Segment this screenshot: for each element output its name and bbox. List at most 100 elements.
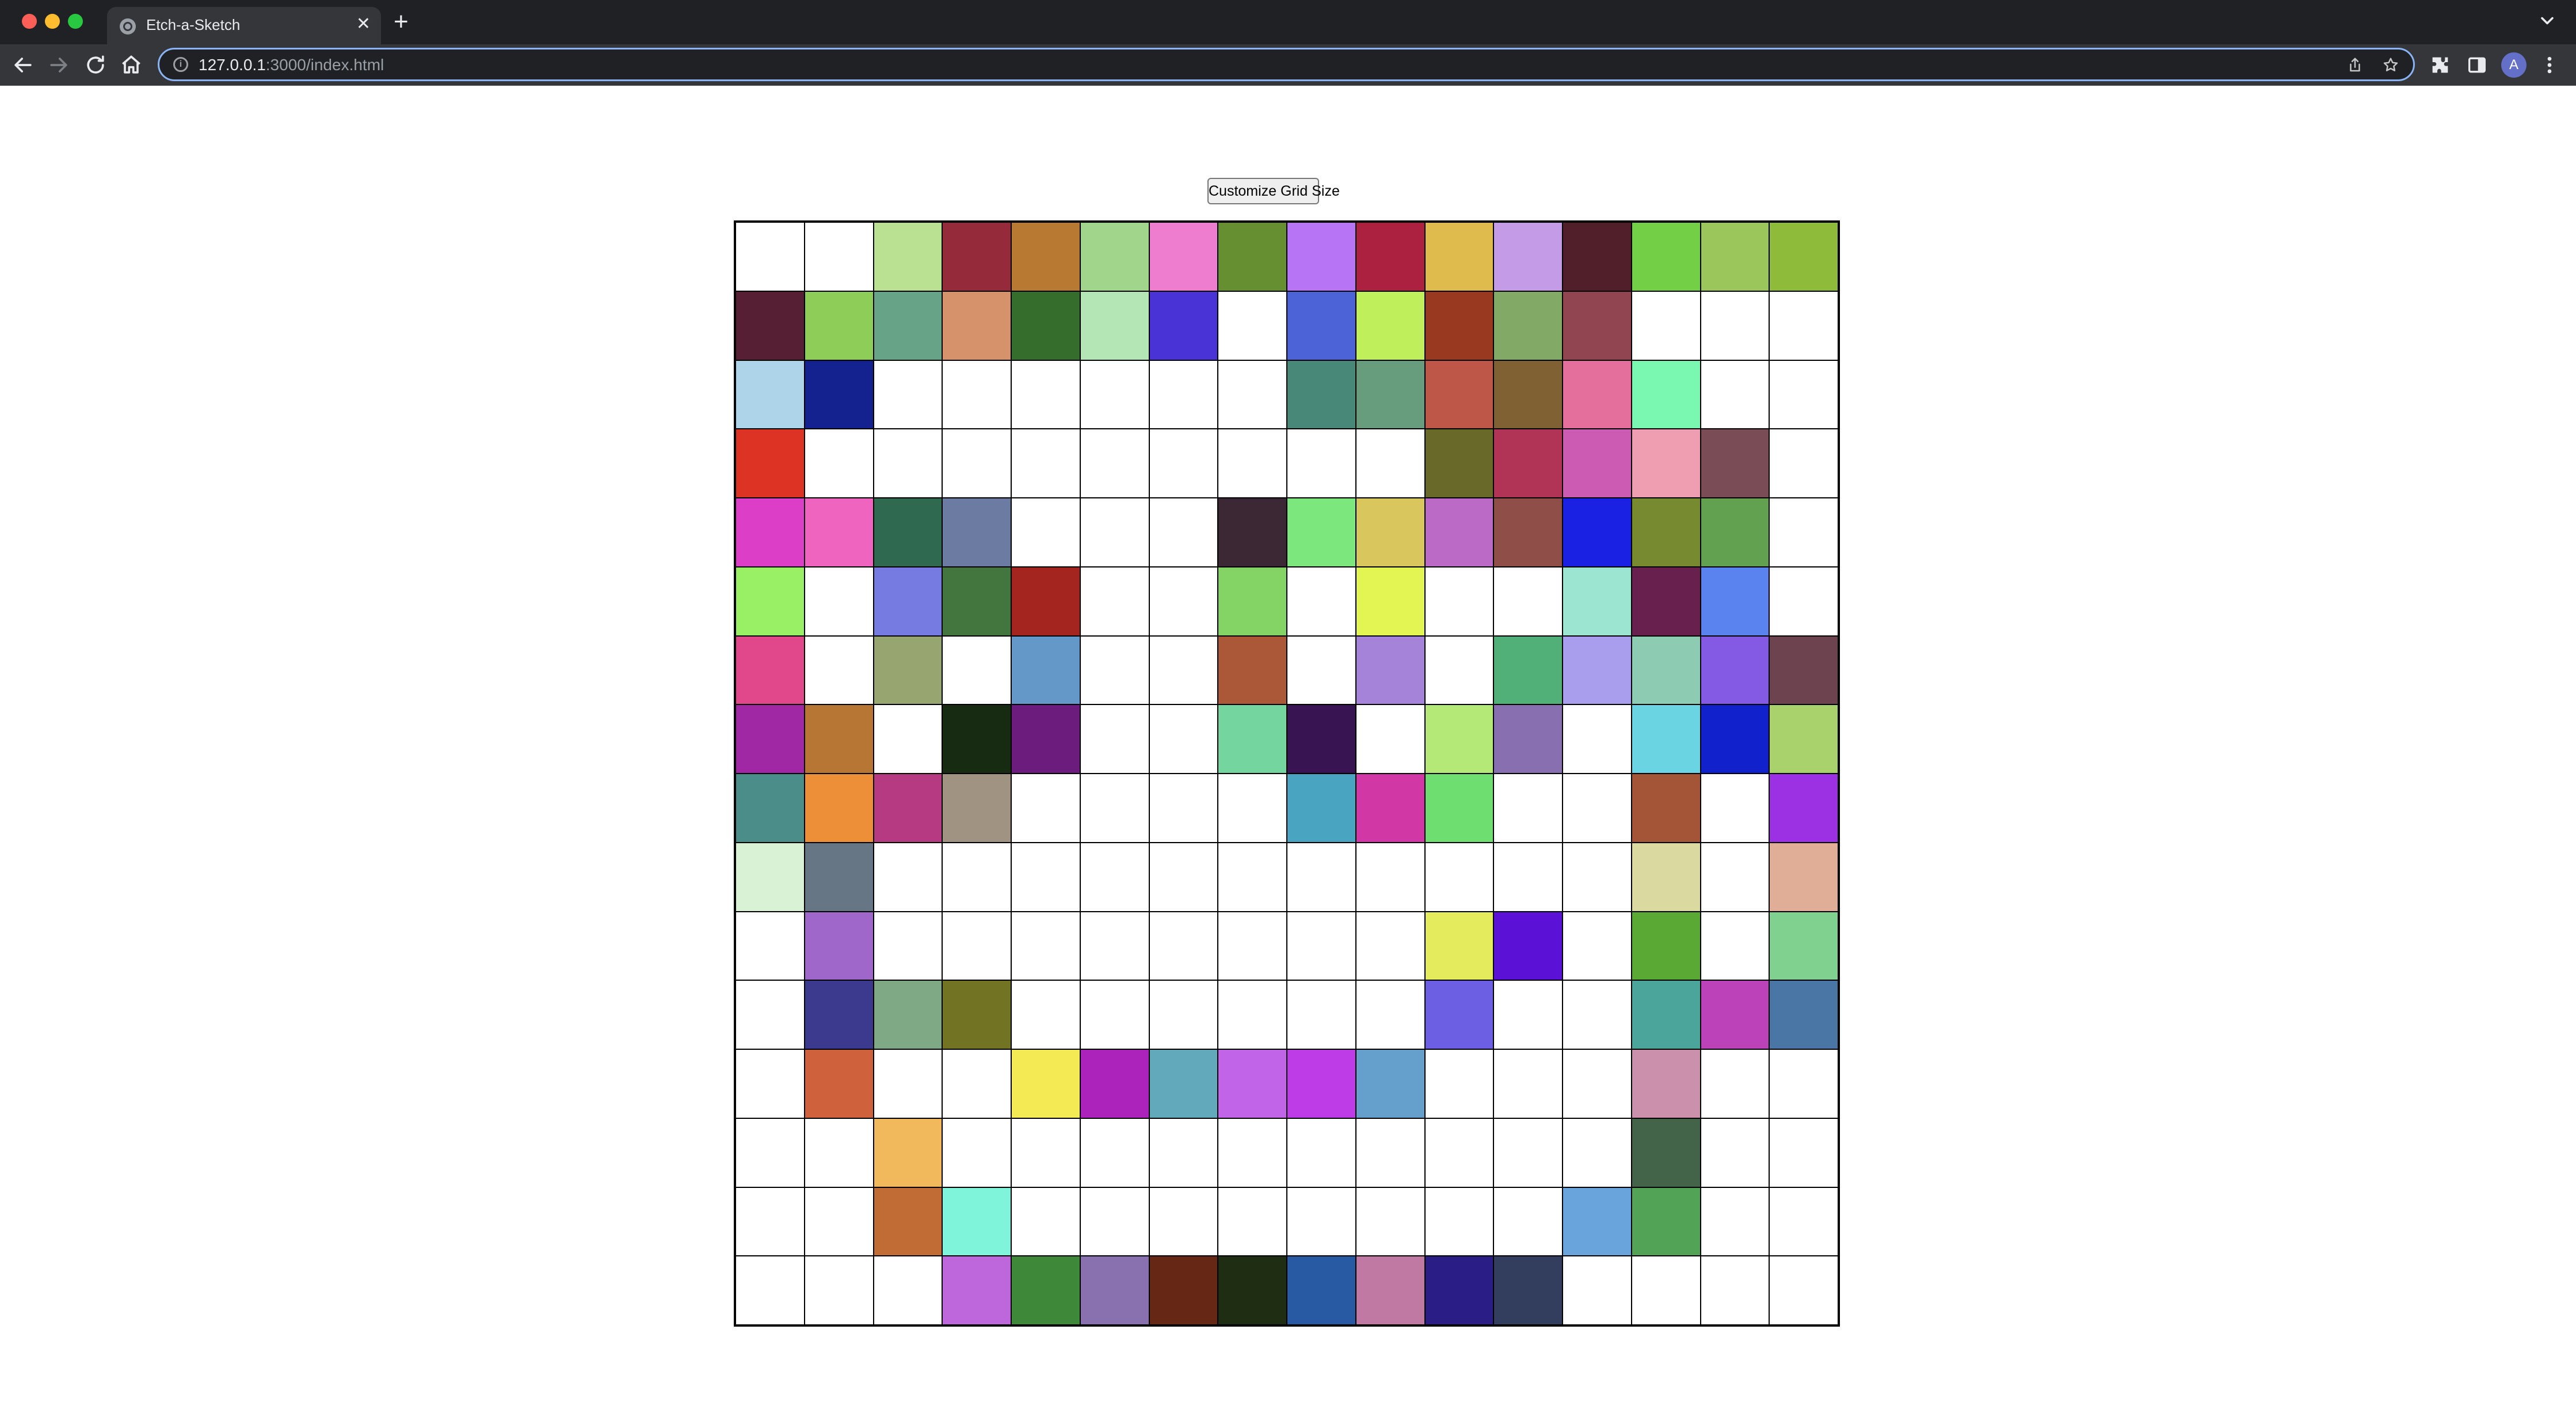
grid-cell[interactable] [1631, 842, 1701, 912]
grid-cell[interactable] [1563, 566, 1632, 636]
grid-cell[interactable] [804, 1049, 874, 1118]
site-info-icon[interactable]: i [173, 57, 188, 72]
grid-cell[interactable] [1700, 980, 1770, 1049]
grid-cell[interactable] [1563, 222, 1632, 291]
reload-icon[interactable] [83, 52, 108, 78]
grid-cell[interactable] [1631, 774, 1701, 843]
grid-cell[interactable] [736, 911, 805, 981]
grid-cell[interactable] [1218, 429, 1287, 498]
grid-cell[interactable] [1493, 980, 1563, 1049]
grid-cell[interactable] [1424, 842, 1494, 912]
grid-cell[interactable] [1631, 980, 1701, 1049]
grid-cell[interactable] [1149, 566, 1218, 636]
grid-cell[interactable] [1080, 842, 1149, 912]
grid-cell[interactable] [736, 704, 805, 774]
grid-cell[interactable] [942, 1049, 1011, 1118]
browser-tab[interactable]: Etch-a-Sketch ✕ [107, 7, 381, 44]
grid-cell[interactable] [1287, 635, 1356, 705]
grid-cell[interactable] [1563, 1187, 1632, 1256]
grid-cell[interactable] [1769, 566, 1838, 636]
grid-cell[interactable] [1424, 429, 1494, 498]
grid-cell[interactable] [736, 980, 805, 1049]
grid-cell[interactable] [736, 1118, 805, 1187]
address-bar[interactable]: i 127.0.0.1:3000/index.html [158, 48, 2415, 81]
grid-cell[interactable] [1149, 774, 1218, 843]
grid-cell[interactable] [1355, 566, 1425, 636]
grid-cell[interactable] [1287, 842, 1356, 912]
grid-cell[interactable] [1493, 704, 1563, 774]
grid-cell[interactable] [1493, 1187, 1563, 1256]
grid-cell[interactable] [1563, 774, 1632, 843]
grid-cell[interactable] [873, 842, 943, 912]
grid-cell[interactable] [1287, 704, 1356, 774]
grid-cell[interactable] [1424, 222, 1494, 291]
grid-cell[interactable] [1700, 842, 1770, 912]
grid-cell[interactable] [942, 980, 1011, 1049]
grid-cell[interactable] [1218, 1256, 1287, 1325]
grid-cell[interactable] [1218, 842, 1287, 912]
grid-cell[interactable] [1080, 1256, 1149, 1325]
grid-cell[interactable] [804, 222, 874, 291]
side-panel-icon[interactable] [2466, 54, 2489, 77]
grid-cell[interactable] [1287, 566, 1356, 636]
grid-cell[interactable] [1631, 429, 1701, 498]
grid-cell[interactable] [1080, 498, 1149, 567]
grid-cell[interactable] [1218, 360, 1287, 429]
grid-cell[interactable] [1493, 842, 1563, 912]
grid-cell[interactable] [736, 291, 805, 360]
sketch-grid[interactable] [734, 220, 1840, 1327]
grid-cell[interactable] [1287, 360, 1356, 429]
grid-cell[interactable] [804, 360, 874, 429]
grid-cell[interactable] [804, 1187, 874, 1256]
grid-cell[interactable] [804, 291, 874, 360]
grid-cell[interactable] [1631, 1049, 1701, 1118]
grid-cell[interactable] [1355, 222, 1425, 291]
grid-cell[interactable] [1080, 1049, 1149, 1118]
grid-cell[interactable] [1287, 429, 1356, 498]
grid-cell[interactable] [1149, 1118, 1218, 1187]
close-tab-icon[interactable]: ✕ [356, 14, 371, 35]
grid-cell[interactable] [1011, 704, 1080, 774]
grid-cell[interactable] [1287, 1118, 1356, 1187]
grid-cell[interactable] [873, 429, 943, 498]
grid-cell[interactable] [1355, 911, 1425, 981]
grid-cell[interactable] [1149, 635, 1218, 705]
grid-cell[interactable] [1563, 360, 1632, 429]
grid-cell[interactable] [1011, 498, 1080, 567]
profile-avatar[interactable]: A [2501, 52, 2527, 78]
grid-cell[interactable] [1218, 291, 1287, 360]
grid-cell[interactable] [942, 291, 1011, 360]
grid-cell[interactable] [1149, 222, 1218, 291]
grid-cell[interactable] [1700, 704, 1770, 774]
grid-cell[interactable] [873, 360, 943, 429]
grid-cell[interactable] [1769, 498, 1838, 567]
grid-cell[interactable] [1424, 635, 1494, 705]
grid-cell[interactable] [873, 774, 943, 843]
grid-cell[interactable] [1080, 360, 1149, 429]
grid-cell[interactable] [1355, 1187, 1425, 1256]
grid-cell[interactable] [873, 704, 943, 774]
grid-cell[interactable] [1218, 980, 1287, 1049]
grid-cell[interactable] [1631, 704, 1701, 774]
grid-cell[interactable] [1493, 360, 1563, 429]
grid-cell[interactable] [1493, 429, 1563, 498]
grid-cell[interactable] [1355, 1256, 1425, 1325]
grid-cell[interactable] [1631, 635, 1701, 705]
grid-cell[interactable] [1149, 911, 1218, 981]
grid-cell[interactable] [1218, 1187, 1287, 1256]
grid-cell[interactable] [1149, 704, 1218, 774]
grid-cell[interactable] [873, 911, 943, 981]
grid-cell[interactable] [1700, 1118, 1770, 1187]
tab-search-chevron-icon[interactable] [2537, 10, 2558, 31]
grid-cell[interactable] [804, 774, 874, 843]
share-icon[interactable] [2346, 56, 2364, 74]
grid-cell[interactable] [1769, 704, 1838, 774]
grid-cell[interactable] [1769, 1256, 1838, 1325]
grid-cell[interactable] [1355, 774, 1425, 843]
grid-cell[interactable] [1424, 774, 1494, 843]
grid-cell[interactable] [1011, 911, 1080, 981]
grid-cell[interactable] [1011, 635, 1080, 705]
grid-cell[interactable] [736, 498, 805, 567]
grid-cell[interactable] [1424, 1187, 1494, 1256]
grid-cell[interactable] [1080, 429, 1149, 498]
